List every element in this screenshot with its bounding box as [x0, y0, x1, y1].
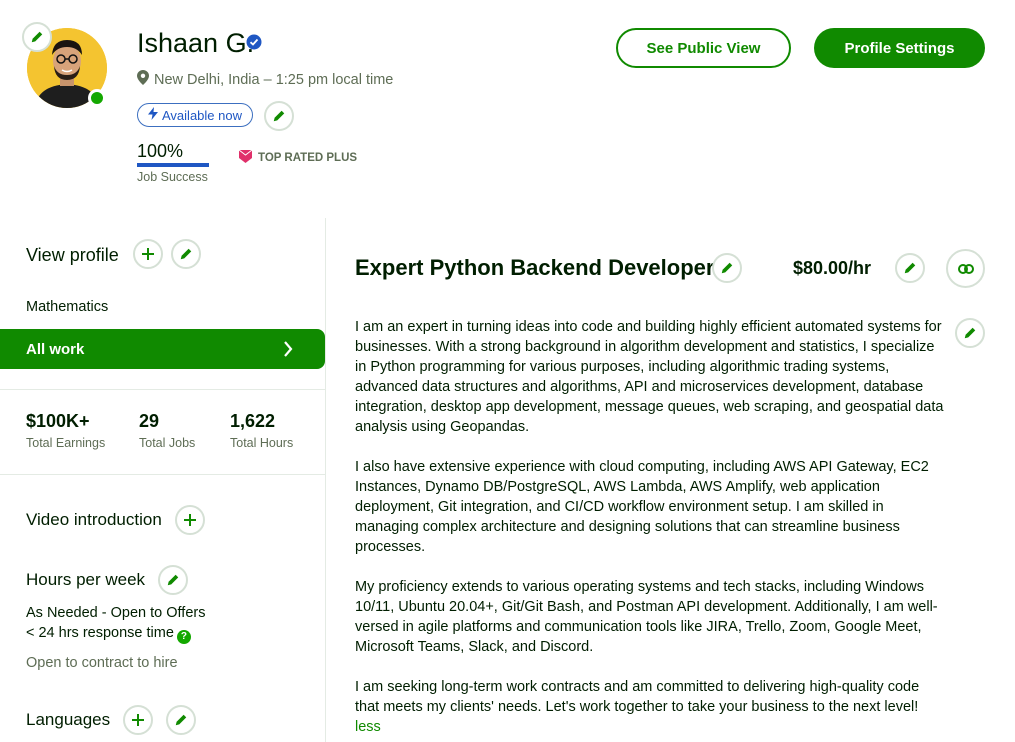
- edit-title-button[interactable]: [712, 253, 742, 283]
- plus-icon: [183, 513, 197, 527]
- contract-to-hire: Open to contract to hire: [26, 655, 178, 671]
- languages-heading: Languages: [26, 710, 111, 729]
- stat-label: Total Jobs: [139, 436, 196, 450]
- view-profile-heading: View profile: [26, 245, 119, 265]
- availability-label: Available now: [162, 107, 242, 123]
- stat-total-earnings: $100K+ Total Earnings: [26, 411, 105, 450]
- overview-paragraph: My proficiency extends to various operat…: [355, 579, 938, 655]
- sidebar-divider: [0, 474, 325, 475]
- edit-profiles-button[interactable]: [171, 239, 201, 269]
- profile-name: Ishaan G.: [137, 28, 255, 58]
- add-video-button[interactable]: [175, 505, 205, 535]
- stat-total-hours: 1,622 Total Hours: [230, 411, 293, 450]
- column-divider: [325, 218, 326, 742]
- availability-badge[interactable]: Available now: [137, 103, 253, 127]
- edit-overview-button[interactable]: [955, 318, 985, 348]
- pencil-icon: [720, 261, 734, 275]
- job-success-bar: [137, 163, 209, 167]
- pencil-icon: [179, 247, 193, 261]
- top-rated-plus-badge: TOP RATED PLUS: [238, 149, 357, 167]
- chevron-right-icon: [283, 341, 293, 361]
- profile-settings-button[interactable]: Profile Settings: [814, 28, 985, 68]
- verified-badge-icon: [246, 34, 262, 55]
- top-rated-icon: [238, 149, 253, 167]
- pencil-icon: [903, 261, 917, 275]
- hourly-rate: $80.00/hr: [793, 258, 872, 278]
- pencil-icon: [30, 30, 44, 44]
- see-public-view-button[interactable]: See Public View: [616, 28, 791, 68]
- video-intro-heading: Video introduction: [26, 510, 162, 529]
- lightning-icon: [148, 107, 158, 123]
- edit-rate-button[interactable]: [895, 253, 925, 283]
- sidebar-divider: [0, 389, 325, 390]
- stat-total-jobs: 29 Total Jobs: [139, 411, 195, 450]
- question-icon[interactable]: ?: [176, 629, 191, 644]
- pencil-icon: [166, 573, 180, 587]
- all-work-label: All work: [26, 340, 85, 358]
- stat-value: 29: [139, 411, 160, 431]
- overview-paragraph: I am seeking long-term work contracts an…: [355, 679, 920, 715]
- map-pin-icon: [137, 70, 149, 89]
- online-status-dot: [88, 89, 106, 107]
- pencil-icon: [272, 109, 286, 123]
- job-success-label: Job Success: [137, 170, 208, 184]
- stat-value: 1,622: [230, 411, 276, 431]
- badge-label: TOP RATED PLUS: [258, 152, 358, 164]
- pencil-icon: [963, 326, 977, 340]
- job-success-value: 100%: [137, 141, 184, 161]
- hours-value: As Needed - Open to Offers: [26, 605, 206, 621]
- edit-photo-button[interactable]: [22, 22, 52, 52]
- link-icon: [957, 263, 974, 274]
- stat-label: Total Hours: [230, 436, 294, 450]
- edit-hours-button[interactable]: [158, 565, 188, 595]
- copy-link-button[interactable]: [946, 249, 985, 288]
- profile-title: Expert Python Backend Developer: [355, 255, 715, 280]
- add-language-button[interactable]: [123, 705, 153, 735]
- response-time-text: < 24 hrs response time: [26, 625, 174, 641]
- location: New Delhi, India – 1:25 pm local time: [137, 70, 393, 89]
- profile-item-mathematics[interactable]: Mathematics: [26, 299, 108, 315]
- pencil-icon: [174, 713, 188, 727]
- overview-paragraph: I am an expert in turning ideas into cod…: [355, 319, 944, 435]
- stat-label: Total Earnings: [26, 436, 106, 450]
- edit-availability-button[interactable]: [264, 101, 294, 131]
- overview: I am an expert in turning ideas into cod…: [355, 317, 945, 737]
- overview-paragraph: I also have extensive experience with cl…: [355, 459, 929, 555]
- profile-item-all-work[interactable]: All work: [0, 329, 325, 369]
- location-text: New Delhi, India – 1:25 pm local time: [154, 71, 394, 88]
- stat-value: $100K+: [26, 411, 90, 431]
- less-link[interactable]: less: [355, 717, 945, 737]
- plus-icon: [141, 247, 155, 261]
- add-profile-button[interactable]: [133, 239, 163, 269]
- plus-icon: [131, 713, 145, 727]
- edit-languages-button[interactable]: [166, 705, 196, 735]
- response-time: < 24 hrs response time?: [26, 625, 191, 644]
- hours-per-week-heading: Hours per week: [26, 570, 146, 589]
